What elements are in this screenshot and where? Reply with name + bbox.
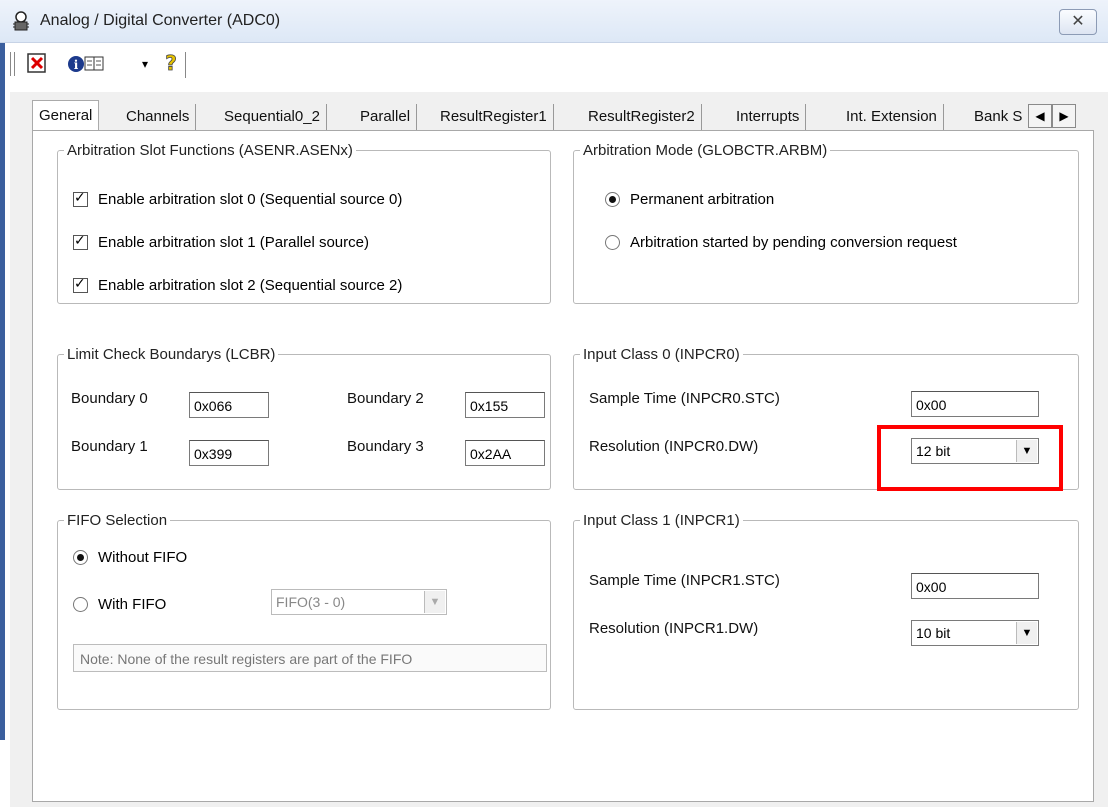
with-fifo-label: With FIFO: [98, 596, 167, 613]
fifo-select[interactable]: FIFO(3 - 0) ▼: [271, 589, 447, 615]
info-books-icon[interactable]: i: [66, 51, 106, 77]
boundary2-input[interactable]: 0x155: [465, 392, 545, 418]
close-button[interactable]: ✕: [1059, 9, 1097, 35]
tab-general[interactable]: General: [32, 100, 100, 131]
tab-resultregister2[interactable]: ResultRegister2: [582, 104, 702, 130]
fifo-select-value: FIFO(3 - 0): [276, 594, 346, 610]
tab-channels[interactable]: Channels: [120, 104, 197, 130]
permanent-arbitration-radio[interactable]: [605, 192, 620, 207]
arbitration-mode-title: Arbitration Mode (GLOBCTR.ARBM): [583, 142, 828, 159]
tab-int-extension[interactable]: Int. Extension: [840, 104, 944, 130]
fifo-selection-title: FIFO Selection: [67, 512, 168, 529]
slot2-checkbox-row[interactable]: ✓ Enable arbitration slot 2 (Sequential …: [73, 276, 403, 294]
slot0-checkbox-row[interactable]: ✓ Enable arbitration slot 0 (Sequential …: [73, 190, 403, 208]
slot1-checkbox-row[interactable]: ✓ Enable arbitration slot 1 (Parallel so…: [73, 233, 369, 251]
general-tab-panel: Arbitration Slot Functions (ASENR.ASENx)…: [32, 130, 1094, 802]
tab-scroll-right[interactable]: ▶: [1052, 104, 1076, 128]
tab-strip: General Channels Sequential0_2 Parallel …: [32, 100, 1092, 131]
fifo-note: Note: None of the result registers are p…: [73, 644, 547, 672]
slot2-checkbox[interactable]: ✓: [73, 276, 88, 293]
arbitration-mode-group: Arbitration Mode (GLOBCTR.ARBM): [573, 142, 1079, 304]
boundary1-label: Boundary 1: [71, 438, 148, 455]
with-fifo-radio-row[interactable]: With FIFO: [73, 596, 166, 613]
limit-check-title: Limit Check Boundarys (LCBR): [67, 346, 276, 363]
boundary3-label: Boundary 3: [347, 438, 424, 455]
pending-request-label: Arbitration started by pending conversio…: [630, 234, 957, 251]
inpcr1-resolution-select[interactable]: 10 bit ▼: [911, 620, 1039, 646]
input-class1-title: Input Class 1 (INPCR1): [583, 512, 740, 529]
question-mark-icon[interactable]: ?: [162, 51, 180, 77]
resolution-highlight-box: [877, 425, 1063, 491]
inpcr0-resolution-label: Resolution (INPCR0.DW): [589, 438, 759, 455]
svg-text:i: i: [74, 58, 79, 72]
input-class0-title: Input Class 0 (INPCR0): [583, 346, 740, 363]
without-fifo-radio[interactable]: [73, 550, 88, 565]
tab-sequential0-2[interactable]: Sequential0_2: [218, 104, 327, 130]
chip-person-icon: [10, 10, 32, 32]
slot1-label: Enable arbitration slot 1 (Parallel sour…: [98, 234, 369, 251]
chevron-down-icon[interactable]: ▾: [138, 51, 152, 77]
without-fifo-label: Without FIFO: [98, 549, 188, 566]
chevron-down-icon: ▼: [424, 591, 445, 613]
red-x-document-icon[interactable]: [24, 51, 50, 77]
arbitration-slot-title: Arbitration Slot Functions (ASENR.ASENx): [67, 142, 353, 159]
inpcr1-sample-label: Sample Time (INPCR1.STC): [589, 572, 780, 589]
boundary0-label: Boundary 0: [71, 390, 148, 407]
slot1-checkbox[interactable]: ✓: [73, 233, 88, 250]
inpcr0-sample-label: Sample Time (INPCR0.STC): [589, 390, 780, 407]
permanent-arbitration-label: Permanent arbitration: [630, 191, 775, 208]
title-bar[interactable]: Analog / Digital Converter (ADC0) ✕: [0, 0, 1108, 43]
inpcr0-sample-input[interactable]: 0x00: [911, 391, 1039, 417]
boundary1-input[interactable]: 0x399: [189, 440, 269, 466]
boundary3-input[interactable]: 0x2AA: [465, 440, 545, 466]
tab-scroll-left[interactable]: ◀: [1028, 104, 1052, 128]
adc-window: Analog / Digital Converter (ADC0) ✕ i ▾: [0, 0, 1108, 807]
permanent-arbitration-radio-row[interactable]: Permanent arbitration: [605, 191, 774, 208]
inpcr1-sample-input[interactable]: 0x00: [911, 573, 1039, 599]
window-left-edge: [0, 40, 5, 740]
slot0-label: Enable arbitration slot 0 (Sequential so…: [98, 191, 403, 208]
chevron-down-icon[interactable]: ▼: [1016, 622, 1037, 644]
tab-resultregister1[interactable]: ResultRegister1: [434, 104, 554, 130]
inpcr1-resolution-value: 10 bit: [916, 625, 951, 641]
toolbar-grip[interactable]: [10, 52, 15, 76]
pending-request-radio-row[interactable]: Arbitration started by pending conversio…: [605, 234, 957, 251]
pending-request-radio[interactable]: [605, 235, 620, 250]
dialog-body: General Channels Sequential0_2 Parallel …: [10, 92, 1108, 807]
boundary0-input[interactable]: 0x066: [189, 392, 269, 418]
window-title: Analog / Digital Converter (ADC0): [40, 12, 281, 29]
toolbar: i ▾ ?: [10, 48, 200, 82]
inpcr1-resolution-label: Resolution (INPCR1.DW): [589, 620, 759, 637]
tab-bank-s[interactable]: Bank S: [968, 104, 1036, 130]
slot0-checkbox[interactable]: ✓: [73, 190, 88, 207]
boundary2-label: Boundary 2: [347, 390, 424, 407]
toolbar-separator: [185, 52, 189, 78]
without-fifo-radio-row[interactable]: Without FIFO: [73, 549, 187, 566]
tab-parallel[interactable]: Parallel: [354, 104, 418, 130]
svg-text:?: ?: [165, 51, 177, 75]
slot2-label: Enable arbitration slot 2 (Sequential so…: [98, 277, 403, 294]
with-fifo-radio[interactable]: [73, 597, 88, 612]
tab-interrupts[interactable]: Interrupts: [730, 104, 807, 130]
input-class1-group: Input Class 1 (INPCR1): [573, 512, 1079, 710]
